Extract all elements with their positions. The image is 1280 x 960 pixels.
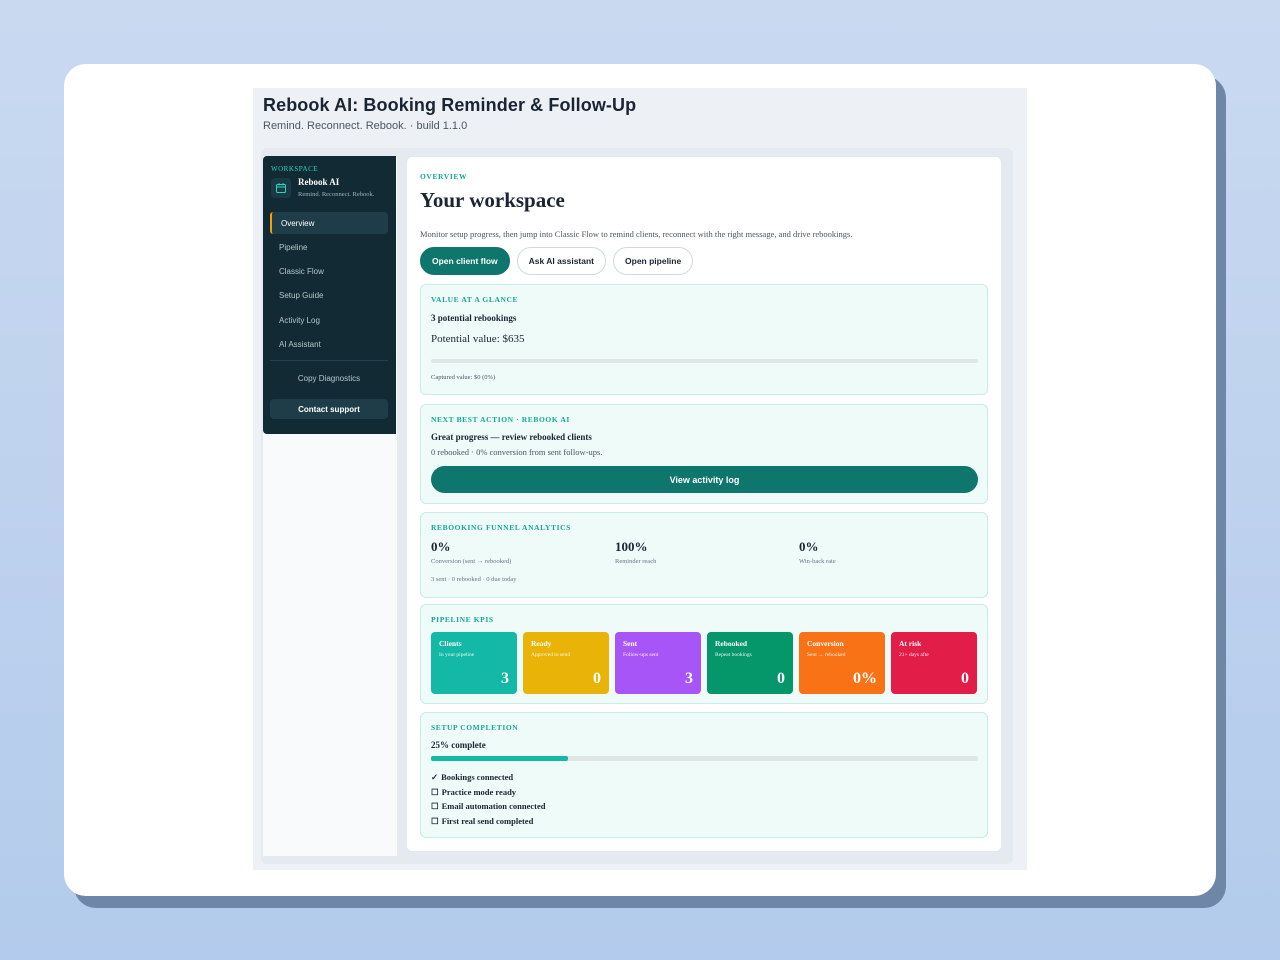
sidebar-nav: Overview Pipeline Classic Flow Setup Gui… <box>270 212 388 358</box>
metric-value: 0% <box>799 539 819 554</box>
potential-value: Potential value: $635 <box>431 333 525 345</box>
kpi-tile-rebooked[interactable]: Rebooked Repeat bookings 0 <box>707 632 793 694</box>
setup-progress-fill <box>431 756 568 761</box>
checklist-label: Practice mode ready <box>441 786 517 797</box>
funnel-summary: 3 sent · 0 rebooked · 0 due today <box>431 576 517 583</box>
page-title: Your workspace <box>420 188 565 212</box>
calendar-icon-svg <box>276 183 286 193</box>
metric-conversion: 0% Conversion (sent → rebooked) <box>431 539 511 565</box>
action-bar: Open client flow Ask AI assistant Open p… <box>420 247 694 275</box>
kpi-name: Rebooked <box>715 639 748 648</box>
metric-label: Conversion (sent → rebooked) <box>431 558 512 565</box>
page-eyebrow: OVERVIEW <box>420 172 468 181</box>
kpi-tile-conversion[interactable]: Conversion Sent → rebooked 0% <box>799 632 885 694</box>
kpi-value: 0 <box>593 670 601 687</box>
metric-value: 100% <box>615 539 648 554</box>
next-action-card: NEXT BEST ACTION · REBOOK AI Great progr… <box>420 404 988 504</box>
funnel-card: REBOOKING FUNNEL ANALYTICS 0% Conversion… <box>420 512 988 598</box>
checklist-item: ☐ Practice mode ready <box>431 787 546 802</box>
kpi-name: At risk <box>899 639 922 648</box>
captured-value: Captured value: $0 (0%) <box>431 374 496 381</box>
kpi-name: Conversion <box>807 639 844 648</box>
checklist-item: ✓ Bookings connected <box>431 772 546 787</box>
open-pipeline-button[interactable]: Open pipeline <box>613 247 694 275</box>
metric-win-back-rate: 0% Win-back rate <box>799 539 836 565</box>
view-activity-log-button[interactable]: View activity log <box>431 466 978 493</box>
workspace-label: WORKSPACE <box>271 165 319 173</box>
kpi-value: 0 <box>777 670 785 687</box>
app-title: Rebook AI: Booking Reminder & Follow-Up <box>263 95 637 115</box>
sidebar-item-ai-assistant[interactable]: AI Assistant <box>270 333 388 355</box>
metric-value: 0% <box>431 539 451 554</box>
kpi-tile-sent[interactable]: Sent Follow-ups sent 3 <box>615 632 701 694</box>
next-action-eyebrow: NEXT BEST ACTION · REBOOK AI <box>431 415 570 424</box>
funnel-eyebrow: REBOOKING FUNNEL ANALYTICS <box>431 523 571 532</box>
app-body: WORKSPACE Rebook AI Remind. Reconnect. R… <box>261 148 1013 864</box>
kpi-eyebrow: PIPELINE KPIS <box>431 615 494 624</box>
kpi-description: Repeat bookings <box>715 652 752 658</box>
checklist-label: First real send completed <box>441 815 534 826</box>
sidebar-item-setup-guide[interactable]: Setup Guide <box>270 285 388 307</box>
checklist-label: Bookings connected <box>441 772 514 782</box>
metric-label: Win-back rate <box>799 558 836 565</box>
setup-headline: 25% complete <box>431 740 486 750</box>
app-window: Rebook AI: Booking Reminder & Follow-Up … <box>253 88 1027 870</box>
value-headline: 3 potential rebookings <box>431 313 517 323</box>
app-subtitle: Remind. Reconnect. Rebook. · build 1.1.0 <box>263 120 468 132</box>
checkbox-empty-icon: ☐ <box>431 786 439 797</box>
kpi-card: PIPELINE KPIS Clients In your pipeline 3… <box>420 604 988 704</box>
sidebar-divider <box>270 360 388 361</box>
kpi-description: 21+ days afte <box>899 652 929 658</box>
app-header: Rebook AI: Booking Reminder & Follow-Up … <box>263 95 636 132</box>
calendar-icon <box>271 178 291 198</box>
sidebar-item-overview[interactable]: Overview <box>270 212 388 234</box>
workspace-name: Rebook AI <box>298 177 340 187</box>
kpi-description: In your pipeline <box>439 652 475 658</box>
kpi-tile-clients[interactable]: Clients In your pipeline 3 <box>431 632 517 694</box>
kpi-description: Approved to send <box>531 652 571 658</box>
value-card: VALUE AT A GLANCE 3 potential rebookings… <box>420 284 988 395</box>
ask-ai-assistant-button[interactable]: Ask AI assistant <box>516 247 607 275</box>
kpi-value: 0% <box>853 670 877 687</box>
setup-checklist: ✓ Bookings connected ☐ Practice mode ready… <box>431 772 546 830</box>
setup-progress-track <box>431 756 978 761</box>
sidebar-item-pipeline[interactable]: Pipeline <box>270 236 388 258</box>
kpi-row: Clients In your pipeline 3 Ready Approve… <box>431 632 977 694</box>
captured-progress-track <box>431 359 978 363</box>
next-action-headline: Great progress — review rebooked clients <box>431 432 592 442</box>
contact-support-button[interactable]: Contact support <box>270 399 388 419</box>
kpi-value: 0 <box>961 670 969 687</box>
checklist-item: ☐ Email automation connected <box>431 801 546 816</box>
sidebar-item-classic-flow[interactable]: Classic Flow <box>270 261 388 283</box>
workspace-tagline: Remind. Reconnect. Rebook. <box>298 191 375 198</box>
next-action-detail: 0 rebooked · 0% conversion from sent fol… <box>431 447 603 457</box>
copy-diagnostics-button[interactable]: Copy Diagnostics <box>270 374 388 383</box>
kpi-value: 3 <box>685 670 693 687</box>
kpi-value: 3 <box>501 670 509 687</box>
sidebar-item-activity-log[interactable]: Activity Log <box>270 309 388 331</box>
kpi-tile-ready[interactable]: Ready Approved to send 0 <box>523 632 609 694</box>
kpi-tile-at-risk[interactable]: At risk 21+ days afte 0 <box>891 632 977 694</box>
kpi-name: Ready <box>531 639 552 648</box>
metric-label: Reminder reach <box>615 558 657 565</box>
value-eyebrow: VALUE AT A GLANCE <box>431 295 519 304</box>
checklist-item: ☐ First real send completed <box>431 816 546 831</box>
setup-eyebrow: SETUP COMPLETION <box>431 723 519 732</box>
kpi-name: Sent <box>623 639 638 648</box>
checkbox-empty-icon: ☐ <box>431 801 439 811</box>
checklist-label: Email automation connected <box>441 801 546 811</box>
check-mark-icon: ✓ <box>431 772 439 782</box>
sidebar: WORKSPACE Rebook AI Remind. Reconnect. R… <box>263 156 396 434</box>
kpi-description: Follow-ups sent <box>623 652 659 658</box>
main-panel: OVERVIEW Your workspace Monitor setup pr… <box>406 156 1002 852</box>
page-description: Monitor setup progress, then jump into C… <box>420 229 853 239</box>
open-client-flow-button[interactable]: Open client flow <box>420 247 510 275</box>
kpi-description: Sent → rebooked <box>807 652 846 658</box>
setup-card: SETUP COMPLETION 25% complete ✓ Bookings … <box>420 712 988 838</box>
metric-reminder-reach: 100% Reminder reach <box>615 539 656 565</box>
checkbox-empty-icon: ☐ <box>431 815 439 826</box>
kpi-name: Clients <box>439 639 462 648</box>
